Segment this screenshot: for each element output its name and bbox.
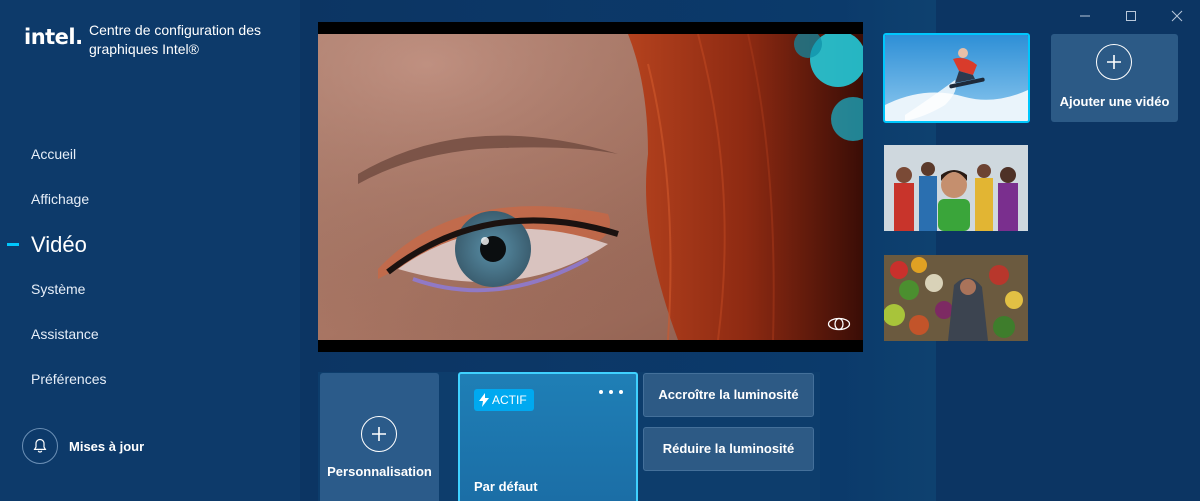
lightning-icon bbox=[479, 393, 489, 407]
app-title: Centre de configuration des graphiques I… bbox=[89, 22, 261, 57]
video-thumbnail-market[interactable] bbox=[884, 255, 1028, 341]
decrease-brightness-button[interactable]: Réduire la luminosité bbox=[643, 427, 814, 471]
sidebar-item-label: Assistance bbox=[31, 326, 99, 342]
updates-button[interactable]: Mises à jour bbox=[22, 428, 144, 464]
sidebar-item-systeme[interactable]: Système bbox=[0, 267, 300, 312]
active-badge: ACTIF bbox=[474, 389, 534, 411]
minimize-button[interactable] bbox=[1062, 0, 1108, 32]
add-video-button[interactable]: Ajouter une vidéo bbox=[1051, 34, 1178, 122]
default-preset-card[interactable]: ACTIF Par défaut bbox=[458, 372, 638, 501]
logo-dot: . bbox=[75, 25, 83, 49]
window-controls bbox=[1062, 0, 1200, 32]
increase-brightness-button[interactable]: Accroître la luminosité bbox=[643, 373, 814, 417]
sidebar-item-accueil[interactable]: Accueil bbox=[0, 132, 300, 177]
sidebar-item-assistance[interactable]: Assistance bbox=[0, 312, 300, 357]
sidebar-item-preferences[interactable]: Préférences bbox=[0, 357, 300, 402]
main-content: Ajouter une vidéo Personnalisation ACTIF… bbox=[300, 0, 1200, 501]
video-thumbnail-group[interactable] bbox=[884, 145, 1028, 231]
close-button[interactable] bbox=[1154, 0, 1200, 32]
video-thumbnail-snowboarder[interactable] bbox=[883, 33, 1030, 123]
sidebar-item-label: Système bbox=[31, 281, 86, 297]
sidebar-item-affichage[interactable]: Affichage bbox=[0, 177, 300, 222]
intel-logo: intel. bbox=[24, 22, 83, 52]
badge-label: ACTIF bbox=[492, 393, 527, 407]
close-icon bbox=[1171, 10, 1183, 22]
sidebar-item-label: Affichage bbox=[31, 191, 90, 207]
updates-label: Mises à jour bbox=[69, 438, 145, 454]
custom-preset-label: Personnalisation bbox=[327, 464, 432, 479]
sidebar-item-label: Vidéo bbox=[31, 232, 87, 257]
plus-icon bbox=[1096, 44, 1132, 80]
sidebar-item-label: Préférences bbox=[31, 371, 107, 387]
add-video-label: Ajouter une vidéo bbox=[1059, 94, 1170, 109]
eye-icon[interactable] bbox=[827, 317, 851, 336]
sidebar-item-video[interactable]: Vidéo bbox=[0, 222, 300, 267]
maximize-button[interactable] bbox=[1108, 0, 1154, 32]
sidebar-nav: Accueil Affichage Vidéo Système Assistan… bbox=[0, 132, 300, 402]
bell-icon bbox=[22, 428, 58, 464]
more-dots-icon[interactable] bbox=[596, 382, 626, 402]
maximize-icon bbox=[1126, 11, 1136, 21]
logo-text: intel bbox=[24, 25, 76, 49]
default-preset-label: Par défaut bbox=[474, 479, 538, 494]
video-preview[interactable] bbox=[318, 22, 863, 352]
plus-icon bbox=[361, 416, 397, 452]
video-frame-eye-closeup bbox=[318, 34, 863, 340]
minimize-icon bbox=[1080, 15, 1090, 17]
active-indicator bbox=[7, 243, 19, 246]
sidebar: intel. Centre de configuration des graph… bbox=[0, 0, 300, 501]
sidebar-item-label: Accueil bbox=[31, 146, 77, 162]
custom-preset-card[interactable]: Personnalisation bbox=[320, 373, 439, 501]
